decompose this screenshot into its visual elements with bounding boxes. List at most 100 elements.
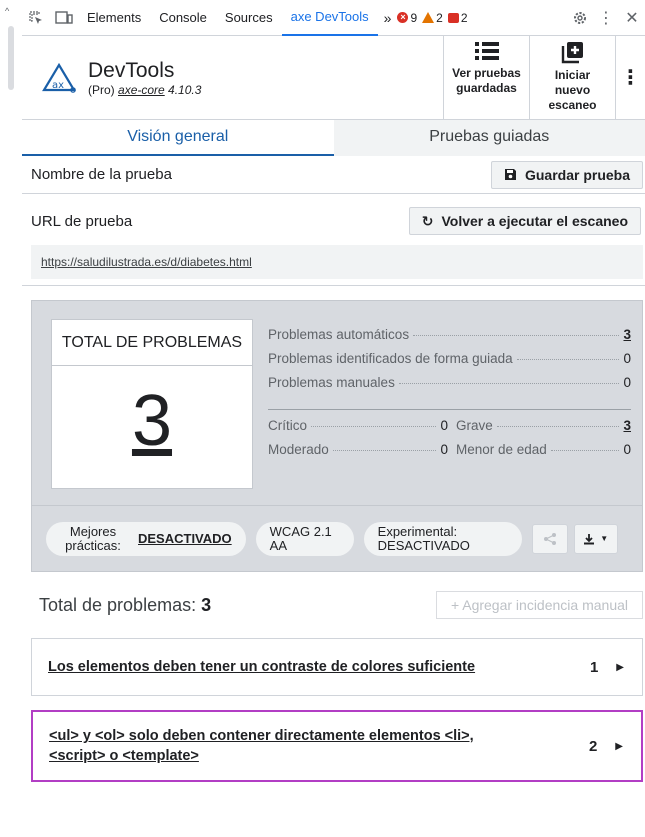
error-count: 9 <box>410 10 418 25</box>
issue-stats: Problemas automáticos 3 Problemas identif… <box>268 327 631 466</box>
new-scan-icon <box>561 42 583 64</box>
saved-tests-button[interactable]: Ver pruebas guardadas <box>443 36 529 119</box>
issue-title[interactable]: <ul> y <ol> solo deben contener directam… <box>49 726 529 766</box>
test-url-field: https://saludilustrada.es/d/diabetes.htm… <box>31 245 643 279</box>
stat-guided: Problemas identificados de forma guiada 0 <box>268 351 631 375</box>
stat-manual-value: 0 <box>623 375 631 390</box>
stat-automatic-value[interactable]: 3 <box>623 327 631 342</box>
tab-overview[interactable]: Visión general <box>22 120 334 156</box>
issue-icon <box>447 12 459 23</box>
stat-minor-label: Menor de edad <box>456 442 547 457</box>
test-url-link[interactable]: https://saludilustrada.es/d/diabetes.htm… <box>41 255 252 269</box>
issue-count: 2 <box>588 737 598 755</box>
list-icon <box>474 42 499 60</box>
tab-elements[interactable]: Elements <box>78 0 150 36</box>
edition-label: (Pro) <box>88 82 115 97</box>
stat-critical-label: Crítico <box>268 418 308 433</box>
inspect-element-icon[interactable] <box>22 0 50 36</box>
issue-item[interactable]: <ul> y <ol> solo deben contener directam… <box>31 710 643 782</box>
devtools-tab-bar: Elements Console Sources axe DevTools » … <box>22 0 645 36</box>
tab-axe-devtools[interactable]: axe DevTools <box>281 0 378 36</box>
stat-moderate: Moderado 0 <box>268 442 448 466</box>
save-test-label: Guardar prueba <box>524 166 630 183</box>
stat-critical: Crítico 0 <box>268 418 448 442</box>
tab-sources[interactable]: Sources <box>216 0 282 36</box>
save-icon <box>504 169 516 180</box>
warning-icon <box>422 12 435 23</box>
core-version: 4.10.3 <box>164 82 202 97</box>
issue-item[interactable]: Los elementos deben tener un contraste d… <box>31 638 643 696</box>
stat-guided-label: Problemas identificados de forma guiada <box>268 351 513 366</box>
tab-guided-tests[interactable]: Pruebas guiadas <box>333 120 645 156</box>
stat-minor-value: 0 <box>623 442 631 457</box>
add-manual-issue-button[interactable]: + Agregar incidencia manual <box>435 591 643 619</box>
best-practices-value: DESACTIVADO <box>138 531 232 546</box>
summary-footer: Mejores prácticas: DESACTIVADO WCAG 2.1 … <box>32 505 642 571</box>
svg-text:ax: ax <box>52 80 64 91</box>
total-issues-number[interactable]: 3 <box>52 366 252 476</box>
axe-logo-icon: ax <box>42 62 76 93</box>
new-scan-label: Iniciar nuevo escaneo <box>548 68 597 112</box>
refresh-icon: ↻ <box>421 212 434 229</box>
stat-guided-value: 0 <box>623 351 631 366</box>
issue-title[interactable]: Los elementos deben tener un contraste d… <box>48 657 475 677</box>
stat-serious-label: Grave <box>456 418 493 433</box>
best-practices-label: Mejores prácticas: <box>65 523 121 553</box>
issue-count: 2 <box>460 10 468 25</box>
stat-critical-value: 0 <box>440 418 448 433</box>
stat-moderate-value: 0 <box>440 442 448 457</box>
axe-menu-icon[interactable]: ⋮ <box>615 36 645 119</box>
issues-heading-count: 3 <box>201 594 212 615</box>
issues-heading: Total de problemas: 3 <box>39 595 211 616</box>
rerun-scan-label: Volver a ejecutar el escaneo <box>441 213 628 229</box>
warning-count: 2 <box>436 10 443 25</box>
logo-area: ax DevTools (Pro) axe-core 4.10.3 <box>22 36 443 119</box>
settings-gear-icon[interactable] <box>567 0 593 36</box>
rerun-scan-button[interactable]: ↻ Volver a ejecutar el escaneo <box>408 207 641 235</box>
chevron-down-icon: ▼ <box>600 534 609 543</box>
stat-automatic-label: Problemas automáticos <box>268 327 410 342</box>
summary-card: TOTAL DE PROBLEMAS 3 Problemas automátic… <box>31 300 643 572</box>
experimental-label: Experimental: DESACTIVADO <box>377 523 470 553</box>
stat-manual-label: Problemas manuales <box>268 375 395 390</box>
devtools-panel: Elements Console Sources axe DevTools » … <box>22 0 645 837</box>
test-name-row: Nombre de la prueba Guardar prueba <box>22 156 645 194</box>
stat-serious-value[interactable]: 3 <box>623 418 631 433</box>
total-issues-title: TOTAL DE PROBLEMAS <box>52 320 252 366</box>
issues-section: Total de problemas: 3 + Agregar incidenc… <box>22 572 645 782</box>
issues-badge[interactable]: 2 <box>447 10 468 25</box>
experimental-toggle[interactable]: Experimental: DESACTIVADO <box>363 521 522 556</box>
save-test-button[interactable]: Guardar prueba <box>490 160 643 189</box>
export-button[interactable]: ▼ <box>573 523 618 554</box>
collapse-caret-icon[interactable]: ^ <box>5 6 9 16</box>
scrollbar-thumb[interactable] <box>8 26 14 90</box>
issues-heading-label: Total de problemas: <box>39 594 197 615</box>
tab-console[interactable]: Console <box>150 0 216 36</box>
app-subtitle: (Pro) axe-core 4.10.3 <box>88 83 201 97</box>
new-scan-button[interactable]: Iniciar nuevo escaneo <box>529 36 615 119</box>
stat-automatic: Problemas automáticos 3 <box>268 327 631 351</box>
more-tabs-button[interactable]: » <box>378 10 398 26</box>
share-icon[interactable] <box>531 523 568 554</box>
more-options-icon[interactable]: ⋮ <box>593 0 619 36</box>
saved-tests-label: Ver pruebas guardadas <box>452 66 521 95</box>
errors-badge[interactable]: × 9 <box>397 11 417 25</box>
axe-core-link[interactable]: axe-core <box>118 83 165 97</box>
stat-manual: Problemas manuales 0 <box>268 375 631 399</box>
view-tabs: Visión general Pruebas guiadas <box>22 120 645 156</box>
error-icon: × <box>397 12 409 23</box>
best-practices-toggle[interactable]: Mejores prácticas: DESACTIVADO <box>46 521 246 556</box>
app-title: DevTools <box>88 58 175 82</box>
stat-minor: Menor de edad 0 <box>456 442 631 466</box>
total-issues-card: TOTAL DE PROBLEMAS 3 <box>51 319 253 489</box>
warnings-badge[interactable]: 2 <box>422 11 443 25</box>
chevron-right-icon[interactable]: ▶ <box>616 662 624 673</box>
device-toolbar-icon[interactable] <box>50 0 78 36</box>
wcag-label: WCAG 2.1 AA <box>269 523 332 553</box>
wcag-selector[interactable]: WCAG 2.1 AA <box>255 521 354 556</box>
stat-moderate-label: Moderado <box>268 442 329 457</box>
chevron-right-icon[interactable]: ▶ <box>615 741 623 752</box>
close-icon[interactable]: ✕ <box>619 0 645 36</box>
download-icon <box>584 533 595 544</box>
stats-divider <box>268 409 631 410</box>
